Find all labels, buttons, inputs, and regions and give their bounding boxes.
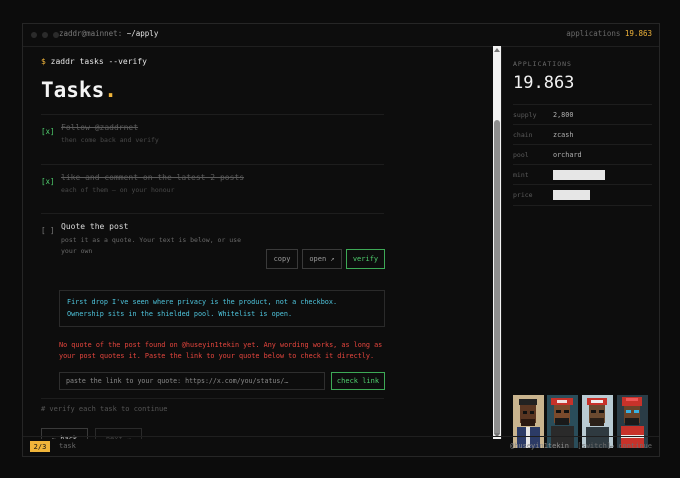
verify-button[interactable]: verify (346, 249, 385, 269)
user-handle: @huseyin1tekin (509, 442, 569, 450)
scrollbar-thumb[interactable] (494, 120, 500, 436)
copy-button[interactable]: copy (266, 249, 298, 269)
task-subtitle: post it as a quote. Your text is below, … (61, 236, 242, 255)
page-title: Tasks. (41, 78, 117, 102)
check-link-button[interactable]: check link (331, 372, 385, 390)
stat-value: 2,800 (553, 111, 574, 119)
task-subtitle: then come back and verify (61, 136, 159, 144)
stat-key: chain (513, 131, 533, 139)
continue-link[interactable]: ↵ continue (610, 442, 652, 450)
divider (41, 398, 384, 399)
sidebar-label: APPLICATIONS (513, 60, 572, 68)
scroll-up-arrow-icon[interactable] (494, 48, 500, 52)
switch-link[interactable]: [switch] (577, 442, 611, 450)
stat-value: orchard (553, 151, 582, 159)
task-checkbox-done: [x] (41, 127, 55, 136)
redacted-value-bar (553, 190, 590, 200)
stat-row-pool: pool orchard (513, 144, 652, 165)
applications-counter: applications 19.863 (566, 29, 652, 38)
page-title-text: Tasks (41, 78, 105, 102)
user-host: zaddr@mainnet: (59, 29, 123, 38)
quote-link-input[interactable] (59, 372, 325, 390)
applications-count: 19.863 (513, 73, 575, 93)
stat-key: price (513, 191, 533, 199)
stat-key: pool (513, 151, 529, 159)
minimize-dot-icon[interactable] (42, 32, 48, 38)
task-item-like-comment: [x] like and comment on the latest 2 pos… (41, 173, 384, 213)
window-title: zaddr@mainnet: ~/apply (59, 29, 158, 38)
stat-key: mint (513, 171, 529, 179)
close-dot-icon[interactable] (31, 32, 37, 38)
applications-counter-value: 19.863 (624, 29, 652, 38)
step-label: task (59, 442, 76, 450)
open-button[interactable]: open ↗ (302, 249, 342, 269)
stat-row-chain: chain zcash (513, 124, 652, 145)
error-message: No quote of the post found on @huseyin1t… (59, 341, 383, 360)
stat-row-mint: mint (513, 164, 652, 185)
step-badge: 2/3 (30, 441, 50, 452)
task-title: like and comment on the latest 2 posts (61, 173, 245, 182)
divider (41, 114, 384, 115)
prompt-symbol: $ (41, 57, 46, 66)
stats-sidebar: APPLICATIONS 19.863 supply 2,800 chain zca… (501, 46, 661, 448)
status-bar: 2/3 task @huseyin1tekin [switch] ↵ conti… (23, 436, 659, 456)
page-title-dot: . (104, 78, 117, 102)
task-checkbox-done: [x] (41, 177, 55, 186)
stat-row-supply: supply 2,800 (513, 104, 652, 125)
redacted-value-bar (553, 170, 605, 180)
main-panel: $ zaddr tasks --verify Tasks. [x] Follow… (23, 46, 491, 439)
task-title: Quote the post (61, 222, 129, 231)
stat-value: zcash (553, 131, 574, 139)
quote-text-box[interactable]: First drop I've seen where privacy is th… (59, 290, 385, 327)
applications-counter-label: applications (566, 29, 621, 38)
current-path: ~/apply (126, 29, 159, 38)
stat-row-price: price (513, 184, 652, 206)
command-text: zaddr tasks --verify (50, 57, 147, 66)
scrollbar[interactable] (493, 46, 501, 439)
window-controls (31, 32, 59, 38)
task-subtitle: each of them — on your honour (61, 186, 175, 194)
task-checkbox-pending: [ ] (41, 226, 55, 235)
continue-hint: # verify each task to continue (41, 405, 168, 413)
terminal-window: zaddr@mainnet: ~/apply applications 19.8… (22, 23, 660, 457)
divider (41, 164, 384, 165)
title-bar: zaddr@mainnet: ~/apply applications 19.8… (23, 24, 659, 47)
divider (41, 213, 384, 214)
task-item-follow: [x] Follow @zaddrnet then come back and … (41, 123, 384, 163)
command-line: $ zaddr tasks --verify (41, 57, 147, 66)
stat-key: supply (513, 111, 537, 119)
task-title: Follow @zaddrnet (61, 123, 139, 132)
